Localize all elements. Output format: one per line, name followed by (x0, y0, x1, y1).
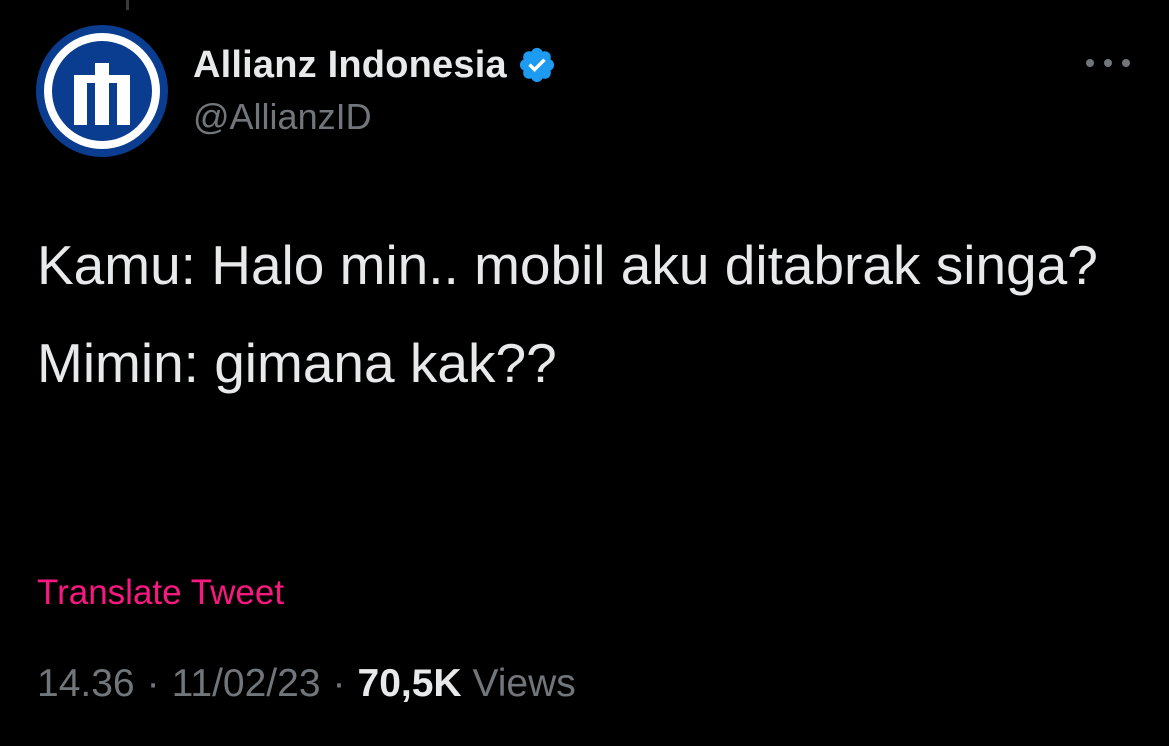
allianz-logo-icon (44, 33, 160, 149)
more-dot (1104, 59, 1112, 67)
tweet-time[interactable]: 14.36 (37, 662, 135, 705)
verified-badge-icon (519, 47, 554, 83)
more-dot (1086, 59, 1094, 67)
avatar[interactable] (36, 25, 168, 157)
author-name-row[interactable]: Allianz Indonesia (193, 42, 557, 88)
meta-separator: · (146, 662, 160, 705)
author-display-name[interactable]: Allianz Indonesia (193, 44, 507, 87)
author-handle[interactable]: @AllianzID (193, 96, 372, 138)
more-dot (1122, 59, 1130, 67)
thread-connector-line (126, 0, 129, 10)
views-label[interactable]: Views (472, 662, 575, 705)
tweet-line: Mimin: gimana kak?? (37, 332, 557, 394)
translate-tweet-link[interactable]: Translate Tweet (37, 573, 284, 613)
more-options-icon[interactable] (1086, 56, 1130, 70)
tweet-meta: 14.36 · 11/02/23 · 70,5K Views (37, 662, 576, 706)
tweet-date[interactable]: 11/02/23 (172, 662, 321, 705)
views-count[interactable]: 70,5K (358, 662, 462, 705)
tweet-line: Kamu: Halo min.. mobil aku ditabrak sing… (37, 234, 1098, 296)
tweet-body: Kamu: Halo min.. mobil aku ditabrak sing… (37, 226, 1137, 402)
meta-separator: · (332, 662, 346, 705)
